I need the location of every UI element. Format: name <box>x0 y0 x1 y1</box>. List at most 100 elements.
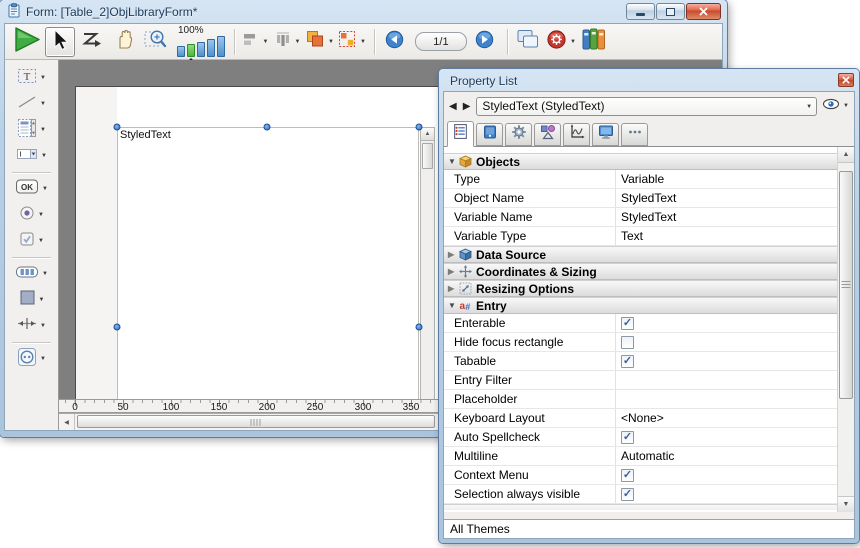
selection-handle-top-right[interactable] <box>416 124 423 131</box>
property-value[interactable]: Variable <box>616 172 837 186</box>
selection-handle-right-middle[interactable] <box>416 324 423 331</box>
property-value[interactable]: <None> <box>616 411 837 425</box>
scroll-up-icon[interactable]: ▲ <box>838 147 854 163</box>
scrollbar-thumb[interactable] <box>77 415 435 428</box>
chevron-down-icon[interactable]: ▼ <box>38 212 44 218</box>
selection-handle-left-middle[interactable] <box>114 324 121 331</box>
scroll-left-icon[interactable]: ◀ <box>59 414 75 430</box>
tab-all-properties[interactable] <box>447 121 474 147</box>
close-button[interactable] <box>686 3 721 20</box>
plugin-area-tool[interactable]: ▼ <box>5 346 58 372</box>
minimize-button[interactable] <box>626 3 655 20</box>
zoom-bar-5[interactable] <box>217 36 225 57</box>
maximize-button[interactable] <box>656 3 685 20</box>
scroll-up-icon[interactable]: ▲ <box>421 128 434 141</box>
tab-settings[interactable] <box>505 123 532 146</box>
section-header-coordinates-sizing[interactable]: ▶Coordinates & Sizing <box>444 263 837 280</box>
property-value[interactable] <box>616 336 837 349</box>
distribute-button[interactable]: ▼ <box>272 27 302 57</box>
group-button[interactable]: ▼ <box>337 27 367 57</box>
next-object-icon[interactable]: ▶ <box>463 101 472 112</box>
property-grid-scrollbar[interactable]: ▲ ▼ <box>837 147 854 512</box>
checkbox-checked[interactable] <box>621 317 634 330</box>
chevron-down-icon[interactable]: ▼ <box>39 297 45 303</box>
chevron-down-icon[interactable]: ▼ <box>41 153 47 159</box>
chevron-down-icon[interactable]: ▼ <box>295 39 301 45</box>
combobox-tool[interactable]: ▼ <box>5 143 58 169</box>
execute-form-button[interactable] <box>11 27 43 57</box>
form-properties-button[interactable]: ▼ <box>545 27 577 57</box>
chevron-down-icon[interactable]: ▼ <box>38 238 44 244</box>
line-tool[interactable]: ▼ <box>5 91 58 117</box>
chevron-down-icon[interactable]: ▼ <box>40 127 46 133</box>
selection-handle-top-middle[interactable] <box>264 124 271 131</box>
theme-filter-bar[interactable]: All Themes <box>444 519 854 538</box>
button-tool[interactable]: OK▼ <box>5 176 58 202</box>
selection-handle-top-left[interactable] <box>114 124 121 131</box>
level-button[interactable]: ▼ <box>304 27 335 57</box>
previous-object-icon[interactable]: ◀ <box>449 101 458 112</box>
property-value[interactable]: StyledText <box>616 191 837 205</box>
scroll-down-icon[interactable]: ▼ <box>838 496 854 512</box>
chevron-down-icon[interactable]: ▼ <box>42 186 48 192</box>
zoom-bars[interactable] <box>177 36 225 57</box>
property-value[interactable] <box>616 317 837 330</box>
rectangle-tool[interactable]: ▼ <box>5 287 58 313</box>
listbox-tool[interactable]: ▼ <box>5 117 58 143</box>
styled-text-object[interactable]: StyledText <box>117 127 419 399</box>
zoom-bar-4[interactable] <box>207 39 215 57</box>
property-value[interactable] <box>616 355 837 368</box>
property-value[interactable]: StyledText <box>616 210 837 224</box>
tab-objects[interactable] <box>534 123 561 146</box>
tab-theme-book[interactable] <box>476 123 503 146</box>
zoom-bar-1[interactable] <box>177 46 185 57</box>
zoom-bar-current[interactable] <box>187 44 195 57</box>
splitter-tool[interactable]: ▼ <box>5 313 58 339</box>
object-vertical-scrollbar[interactable]: ▲ <box>420 127 435 399</box>
chevron-down-icon[interactable]: ▼ <box>42 271 48 277</box>
scrollbar-thumb[interactable] <box>422 143 433 169</box>
display-pages-button[interactable] <box>513 27 543 57</box>
section-header-entry[interactable]: ▼a#Entry <box>444 297 837 314</box>
property-value[interactable]: Automatic <box>616 449 837 463</box>
property-value[interactable] <box>616 488 837 501</box>
entry-order-tool-button[interactable] <box>77 27 107 57</box>
tab-display[interactable] <box>592 123 619 146</box>
view-filter-button[interactable]: ▼ <box>822 97 849 115</box>
checkbox-checked[interactable] <box>621 488 634 501</box>
previous-page-button[interactable] <box>380 27 410 57</box>
tab-more[interactable] <box>621 123 648 146</box>
form-window-titlebar[interactable]: Form: [Table_2]ObjLibraryForm* <box>0 0 727 23</box>
section-header-data-source[interactable]: ▶Data Source <box>444 246 837 263</box>
section-header-resizing-options[interactable]: ▶Resizing Options <box>444 280 837 297</box>
pan-tool-button[interactable] <box>109 27 139 57</box>
property-value[interactable] <box>616 469 837 482</box>
property-value[interactable] <box>616 431 837 444</box>
chevron-down-icon[interactable]: ▼ <box>40 323 46 329</box>
zoom-tool-button[interactable] <box>141 27 171 57</box>
property-list-titlebar[interactable]: Property List <box>439 69 859 92</box>
chevron-down-icon[interactable]: ▼ <box>263 39 269 45</box>
radio-tool[interactable]: ▼ <box>5 202 58 228</box>
tab-events[interactable] <box>563 123 590 146</box>
property-value[interactable]: Text <box>616 229 837 243</box>
checkbox-unchecked[interactable] <box>621 336 634 349</box>
scrollbar-thumb[interactable] <box>839 171 853 399</box>
chevron-down-icon[interactable]: ▼ <box>328 39 334 45</box>
checkbox-checked[interactable] <box>621 469 634 482</box>
next-page-button[interactable] <box>470 27 500 57</box>
checkbox-tool[interactable]: ▼ <box>5 228 58 254</box>
close-button[interactable] <box>838 73 854 87</box>
chevron-down-icon[interactable]: ▼ <box>40 75 46 81</box>
chevron-down-icon[interactable]: ▼ <box>40 101 46 107</box>
chevron-down-icon[interactable]: ▼ <box>40 356 46 362</box>
zoom-control[interactable]: 100% <box>177 26 225 57</box>
checkbox-checked[interactable] <box>621 431 634 444</box>
tab-control-tool[interactable]: ▼ <box>5 261 58 287</box>
text-tool[interactable]: T▼ <box>5 65 58 91</box>
object-selector-dropdown[interactable]: StyledText (StyledText) ▼ <box>476 97 817 116</box>
select-tool-button[interactable] <box>45 27 75 57</box>
zoom-bar-3[interactable] <box>197 42 205 57</box>
section-header-objects[interactable]: ▼Objects <box>444 153 837 170</box>
chevron-down-icon[interactable]: ▼ <box>570 39 576 45</box>
